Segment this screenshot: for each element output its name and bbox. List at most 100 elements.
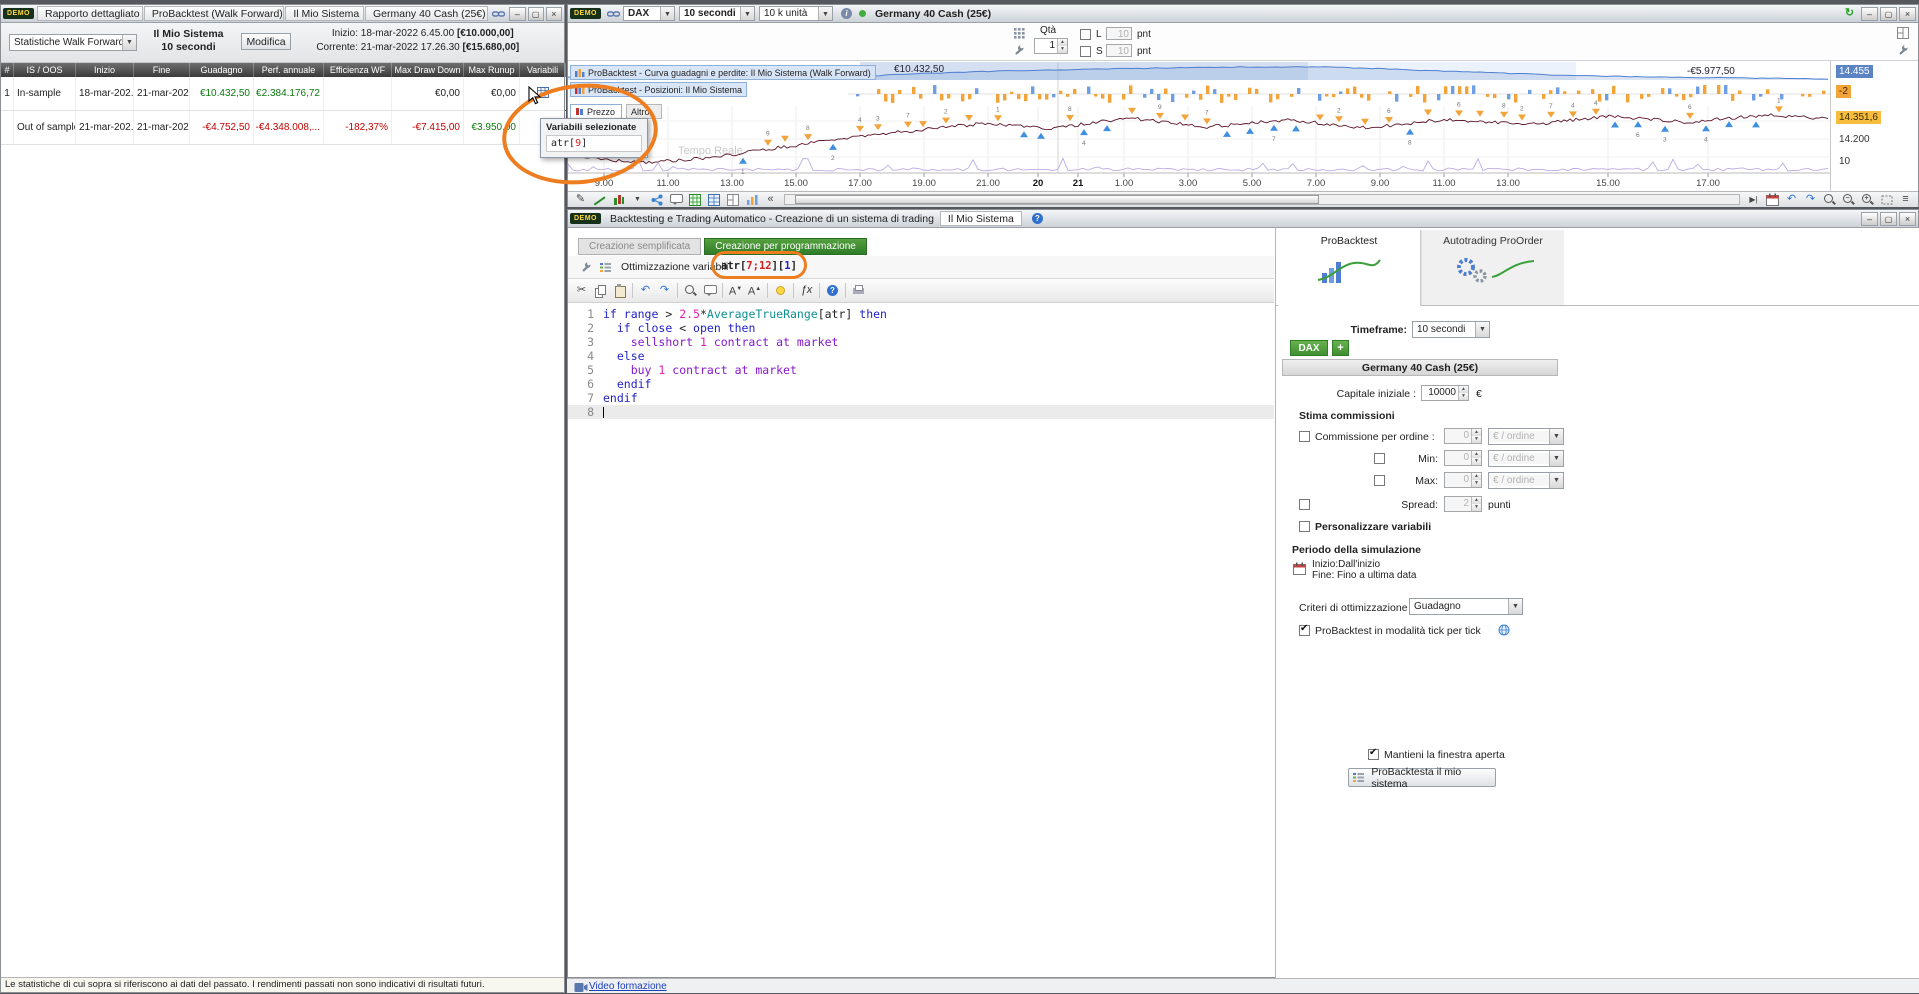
font-increase-icon[interactable]: A▲ (745, 281, 764, 300)
timeframe-selector[interactable]: 10 secondi (679, 6, 755, 21)
symbol-tab-dax[interactable]: DAX (1290, 340, 1328, 356)
zoom-in-icon[interactable]: + (1859, 193, 1876, 207)
paste-icon[interactable] (610, 281, 629, 300)
modify-button[interactable]: Modifica (241, 33, 291, 50)
tab-simple-creation[interactable]: Creazione semplificata (578, 238, 702, 255)
wrench-icon[interactable] (1010, 43, 1027, 57)
column-header[interactable]: Variabili (520, 63, 566, 77)
capital-input[interactable]: 10000 (1421, 385, 1469, 401)
commission-unit-dropdown[interactable]: € / ordine (1488, 428, 1564, 445)
column-header[interactable]: Efficienza WF (324, 63, 392, 77)
dropdown-arrow-icon[interactable] (122, 35, 136, 50)
draw-icon[interactable]: ✎ (572, 193, 589, 207)
price-chart-canvas[interactable]: Tempo Reale19824 3 72 1 849772 686 8 2 7 4 463641 (568, 61, 1830, 191)
spread-spinner[interactable] (1471, 497, 1481, 511)
minimize-button[interactable] (1861, 211, 1878, 226)
overlay-tab-equity[interactable]: ProBacktest - Curva guadagni e perdite: … (570, 65, 876, 80)
add-symbol-button[interactable] (1332, 340, 1349, 356)
spread-input[interactable]: 2 (1444, 496, 1482, 512)
stop-checkbox[interactable] (1080, 46, 1091, 57)
tab-il-mio-sistema[interactable]: Il Mio Sistema (285, 6, 364, 21)
commission-input[interactable]: 0 (1444, 428, 1482, 444)
code-editor[interactable]: 1 if range > 2.5*AverageTrueRange[atr] th… (568, 304, 1274, 974)
dropdown-arrow-icon[interactable] (740, 7, 754, 20)
info-icon[interactable]: i (838, 7, 855, 21)
stop-value-input[interactable]: 10 (1106, 44, 1132, 57)
criteria-dropdown[interactable]: Guadagno (1409, 598, 1523, 615)
redo-icon[interactable]: ↷ (655, 281, 674, 300)
column-header[interactable]: Fine (134, 63, 190, 77)
column-header[interactable]: # (1, 63, 14, 77)
close-button[interactable] (545, 6, 563, 21)
stats-selector[interactable]: Statistiche Walk Forward (9, 34, 137, 51)
copy-icon[interactable] (591, 281, 610, 300)
chart-scrollbar[interactable] (784, 194, 1740, 205)
calendar-icon[interactable] (1764, 193, 1781, 207)
share-icon[interactable] (648, 193, 665, 207)
symbol-selector[interactable]: DAX (623, 6, 675, 21)
hint-icon[interactable] (771, 281, 790, 300)
column-header[interactable]: Max Draw Down (392, 63, 464, 77)
run-backtest-button[interactable]: ProBacktesta il mio sistema (1348, 766, 1496, 790)
min-spinner[interactable] (1471, 451, 1481, 465)
print-icon[interactable] (849, 281, 868, 300)
tick-mode-checkbox[interactable] (1299, 623, 1310, 636)
calendar-icon[interactable] (1291, 561, 1308, 575)
tab-probacktest-walk-forward[interactable]: ProBacktest (Walk Forward) (143, 6, 285, 21)
zoom-reset-icon[interactable] (1821, 193, 1838, 207)
limit-value-input[interactable]: 10 (1106, 27, 1132, 40)
code-line[interactable]: 2 if close < open then (568, 321, 1274, 335)
custom-variables-checkbox[interactable] (1299, 521, 1310, 532)
commission-checkbox[interactable] (1299, 431, 1310, 442)
qty-input[interactable]: 1 (1034, 38, 1068, 54)
zoom-select-icon[interactable] (1878, 193, 1895, 207)
table-row[interactable]: Out of sample21-mar-202...21-mar-202...-… (1, 111, 566, 145)
dropdown-arrow-icon[interactable] (1549, 429, 1563, 444)
column-header[interactable]: Inizio (76, 63, 134, 77)
dropdown-arrow-icon[interactable] (1475, 322, 1489, 337)
capital-spinner[interactable] (1458, 386, 1468, 400)
help-icon[interactable]: ? (1029, 212, 1046, 226)
cut-icon[interactable]: ✂ (572, 281, 591, 300)
chart-type-menu-icon[interactable]: ▼ (629, 193, 646, 207)
code-line[interactable]: 4 else (568, 349, 1274, 363)
spread-checkbox[interactable] (1299, 499, 1310, 510)
code-line[interactable]: 1 if range > 2.5*AverageTrueRange[atr] th… (568, 307, 1274, 321)
dropdown-arrow-icon[interactable] (1549, 473, 1563, 488)
zoom-out-icon[interactable]: − (1840, 193, 1857, 207)
redo-icon[interactable]: ↷ (1802, 193, 1819, 207)
units-selector[interactable]: 10 k unità (759, 6, 833, 21)
max-spinner[interactable] (1471, 473, 1481, 487)
menu-icon[interactable]: ≡ (1897, 193, 1914, 207)
collapse-icon[interactable]: « (762, 193, 779, 207)
undo-icon[interactable]: ↶ (636, 281, 655, 300)
font-decrease-icon[interactable]: A▼ (726, 281, 745, 300)
column-header[interactable]: Guadagno (190, 63, 254, 77)
dropdown-arrow-icon[interactable] (818, 7, 832, 20)
wrench-icon[interactable] (577, 260, 594, 274)
column-header[interactable]: Perf. annuale (254, 63, 324, 77)
dropdown-arrow-icon[interactable] (1549, 451, 1563, 466)
code-line[interactable]: 5 buy 1 contract at market (568, 363, 1274, 377)
column-header[interactable]: Max Runup (464, 63, 520, 77)
link-icon[interactable] (605, 7, 622, 21)
min-unit-dropdown[interactable]: € / ordine (1488, 450, 1564, 467)
close-button[interactable] (1899, 211, 1916, 226)
comment-icon[interactable] (700, 281, 719, 300)
globe-icon[interactable] (1495, 623, 1512, 637)
variables-list-icon[interactable] (597, 260, 614, 274)
tab-germany-40-cash[interactable]: Germany 40 Cash (25€) (365, 6, 489, 21)
undo-icon[interactable]: ↶ (1783, 193, 1800, 207)
minimize-button[interactable] (509, 6, 526, 21)
tab-probacktest[interactable]: ProBacktest (1278, 230, 1421, 306)
help-icon[interactable]: ? (823, 281, 842, 300)
trendline-icon[interactable] (591, 193, 608, 207)
positions-table-icon[interactable] (705, 193, 722, 207)
dropdown-arrow-icon[interactable] (1508, 599, 1522, 614)
table-row[interactable]: 1In-sample18-mar-202...21-mar-202...€10.… (1, 77, 566, 111)
video-training-link[interactable]: Video formazione (589, 980, 667, 994)
tab-rapporto-dettagliato[interactable]: Rapporto dettagliato (37, 6, 143, 21)
statistics-icon[interactable] (743, 193, 760, 207)
code-line[interactable]: 7 endif (568, 391, 1274, 405)
column-header[interactable]: IS / OOS (14, 63, 76, 77)
